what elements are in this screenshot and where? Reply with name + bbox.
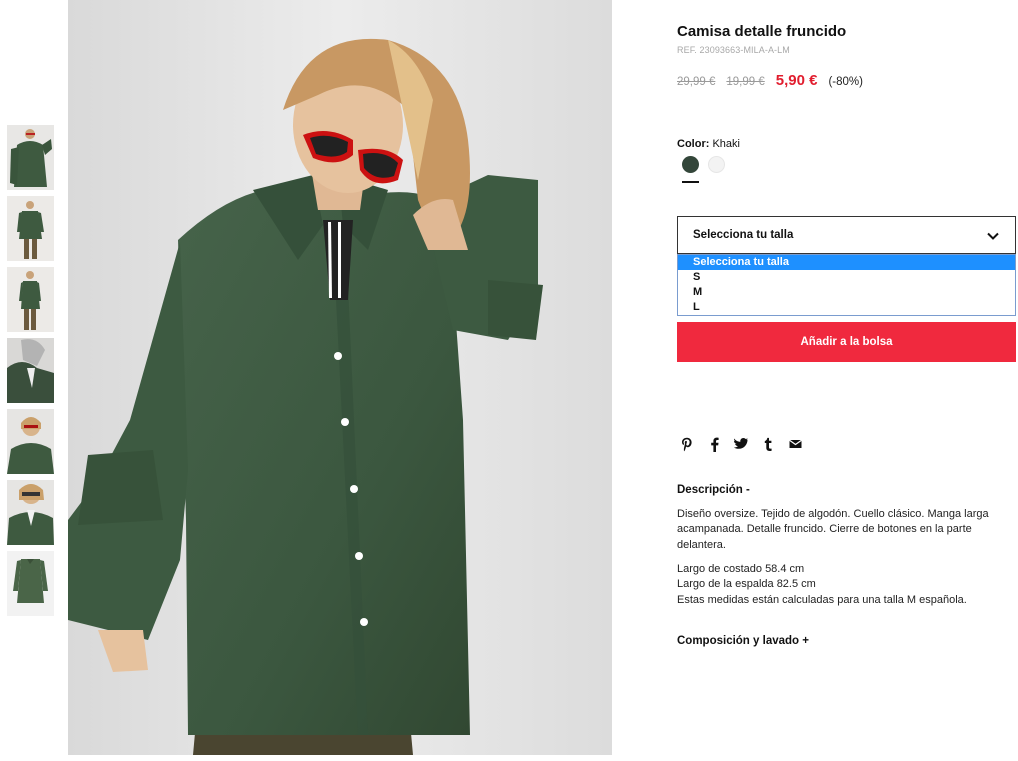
- size-option[interactable]: Selecciona tu talla: [678, 255, 1015, 270]
- color-label-value: Khaki: [712, 138, 740, 150]
- size-option[interactable]: M: [678, 285, 1015, 300]
- selected-swatch-indicator: [682, 181, 699, 183]
- discount-percentage: (-80%): [828, 76, 863, 88]
- email-icon[interactable]: [788, 436, 802, 452]
- color-swatch-khaki[interactable]: [682, 156, 699, 173]
- measure-line: Largo de la espalda 82.5 cm: [677, 578, 816, 591]
- thumbnail-4[interactable]: [7, 338, 54, 403]
- social-share: [680, 436, 815, 452]
- size-select-value: Selecciona tu talla: [693, 229, 794, 241]
- chevron-down-icon: [987, 232, 999, 240]
- measure-line: Estas medidas están calculadas para una …: [677, 593, 967, 606]
- add-to-bag-button[interactable]: Añadir a la bolsa: [677, 322, 1016, 362]
- thumbnail-list: [7, 125, 54, 622]
- previous-price: 19,99 €: [726, 76, 765, 88]
- sale-price: 5,90 €: [775, 72, 818, 89]
- facebook-icon[interactable]: [707, 436, 721, 452]
- product-title: Camisa detalle fruncido: [677, 23, 847, 40]
- size-options-list: Selecciona tu talla S M L: [677, 254, 1016, 316]
- size-option[interactable]: L: [678, 300, 1015, 315]
- tumblr-icon[interactable]: [761, 436, 775, 452]
- description-text: Diseño oversize. Tejido de algodón. Cuel…: [677, 508, 989, 551]
- original-price: 29,99 €: [677, 76, 716, 88]
- description-title[interactable]: Descripción -: [677, 484, 750, 496]
- size-select[interactable]: Selecciona tu talla: [677, 216, 1016, 254]
- thumbnail-7[interactable]: [7, 551, 54, 616]
- thumbnail-2[interactable]: [7, 196, 54, 261]
- product-main-image: [68, 0, 612, 755]
- product-reference: REF. 23093663-MILA-A-LM: [677, 45, 790, 55]
- composition-toggle[interactable]: Composición y lavado +: [677, 635, 809, 647]
- thumbnail-3[interactable]: [7, 267, 54, 332]
- price-row: 29,99 € 19,99 € 5,90 € (-80%): [677, 72, 863, 89]
- size-option[interactable]: S: [678, 270, 1015, 285]
- twitter-icon[interactable]: [734, 436, 748, 452]
- thumbnail-5[interactable]: [7, 409, 54, 474]
- measure-line: Largo de costado 58.4 cm: [677, 563, 805, 575]
- thumbnail-6[interactable]: [7, 480, 54, 545]
- measurements: Largo de costado 58.4 cm Largo de la esp…: [677, 562, 1017, 608]
- pinterest-icon[interactable]: [680, 436, 694, 452]
- color-label: Color: Khaki: [677, 138, 740, 150]
- thumbnail-1[interactable]: [7, 125, 54, 190]
- color-label-key: Color:: [677, 138, 710, 150]
- color-swatch-white[interactable]: [708, 156, 725, 173]
